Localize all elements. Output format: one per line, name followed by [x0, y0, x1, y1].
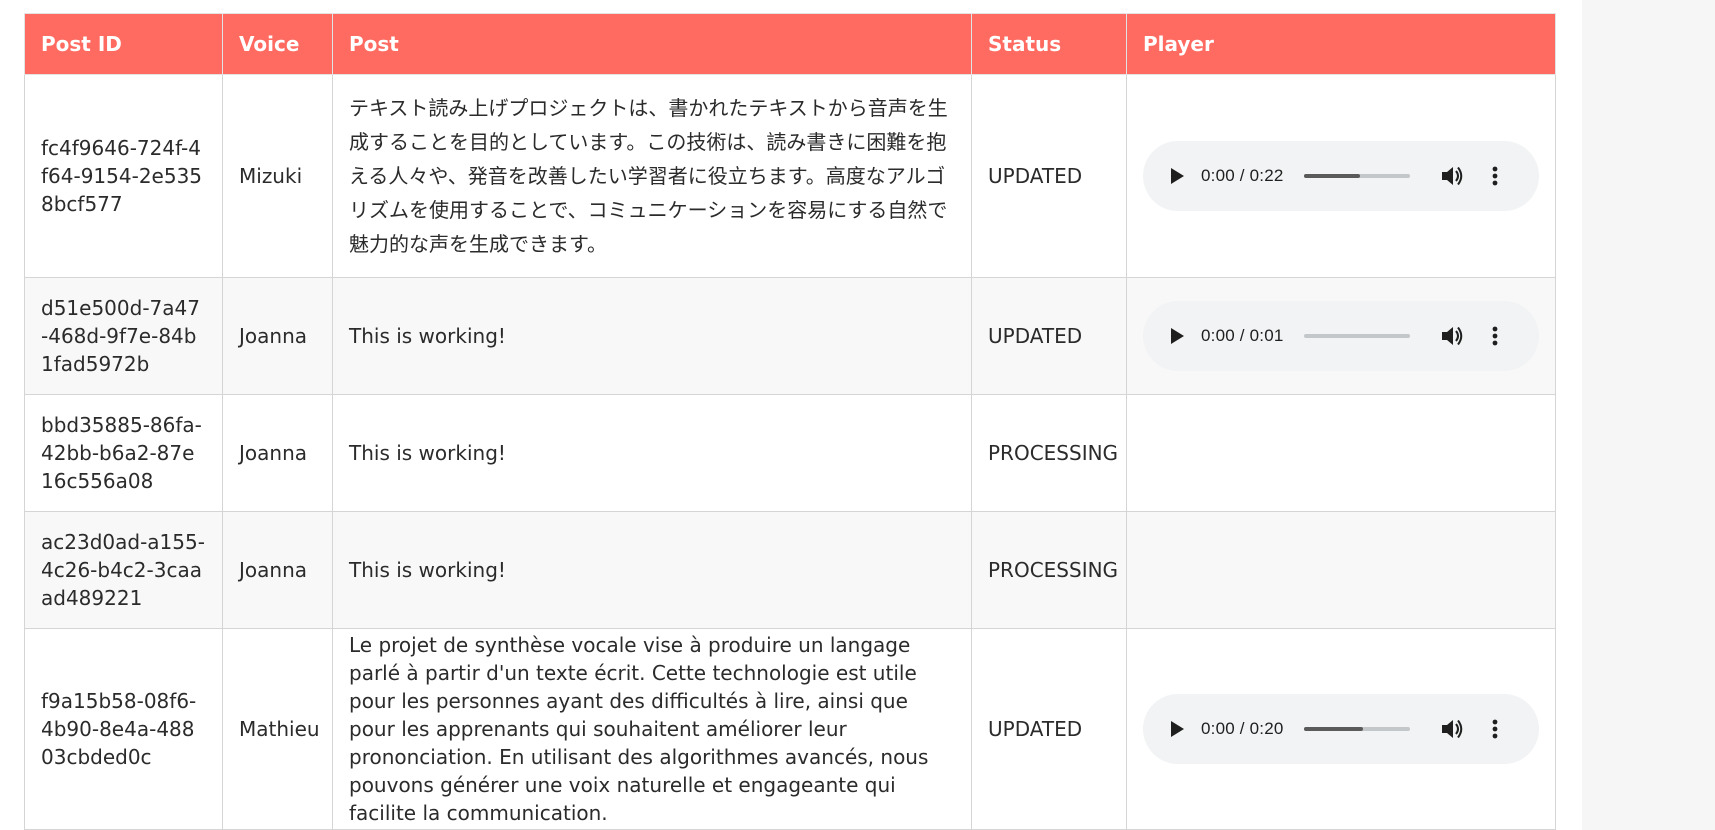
voice-name: Joanna	[239, 558, 307, 582]
post-id: bbd35885-86fa-42bb-b6a2-87e16c556a08	[41, 413, 202, 493]
audio-time: 0:00 / 0:22	[1201, 166, 1284, 185]
play-icon[interactable]	[1163, 322, 1191, 350]
audio-progress-slider[interactable]	[1303, 174, 1410, 178]
post-id: fc4f9646-724f-4f64-9154-2e5358bcf577	[41, 136, 203, 216]
audio-player: 0:00 / 0:01	[1143, 301, 1539, 371]
posts-table: Post ID Voice Post Status Player fc4f964…	[24, 13, 1556, 830]
status-text: UPDATED	[988, 717, 1083, 741]
volume-icon[interactable]	[1440, 716, 1466, 742]
table-row: bbd35885-86fa-42bb-b6a2-87e16c556a08 Joa…	[24, 394, 1556, 512]
post-id-cell: ac23d0ad-a155-4c26-b4c2-3caaad489221	[24, 511, 223, 629]
column-header-voice: Voice	[222, 13, 333, 75]
post-id: f9a15b58-08f6-4b90-8e4a-48803cbded0c	[41, 689, 197, 769]
post-text: This is working!	[349, 324, 506, 348]
audio-player: 0:00 / 0:20	[1143, 694, 1539, 764]
voice-cell: Mizuki	[222, 74, 333, 278]
post-id-cell: bbd35885-86fa-42bb-b6a2-87e16c556a08	[24, 394, 223, 512]
post-text: Le projet de synthèse vocale vise à prod…	[349, 633, 929, 825]
post-id-cell: d51e500d-7a47-468d-9f7e-84b1fad5972b	[24, 277, 223, 395]
table-row: f9a15b58-08f6-4b90-8e4a-48803cbded0c Mat…	[24, 628, 1556, 830]
play-icon[interactable]	[1163, 162, 1191, 190]
voice-cell: Mathieu	[222, 628, 333, 830]
audio-progress-slider[interactable]	[1303, 334, 1410, 338]
player-cell: 0:00 / 0:20	[1126, 628, 1556, 830]
more-options-icon[interactable]	[1484, 716, 1506, 742]
table-header-row: Post ID Voice Post Status Player	[24, 13, 1556, 75]
voice-cell: Joanna	[222, 511, 333, 629]
audio-progress-fill	[1303, 727, 1363, 731]
volume-icon[interactable]	[1440, 323, 1466, 349]
audio-time: 0:00 / 0:20	[1201, 719, 1284, 738]
audio-progress-fill	[1303, 174, 1360, 178]
voice-name: Mizuki	[239, 164, 303, 188]
audio-player: 0:00 / 0:22	[1143, 141, 1539, 211]
voice-name: Mathieu	[239, 717, 320, 741]
post-text: テキスト読み上げプロジェクトは、書かれたテキストから音声を生成することを目的とし…	[349, 96, 948, 256]
status-cell: PROCESSING	[971, 511, 1127, 629]
table-row: ac23d0ad-a155-4c26-b4c2-3caaad489221 Joa…	[24, 511, 1556, 629]
voice-name: Joanna	[239, 441, 307, 465]
post-cell: This is working!	[332, 511, 972, 629]
column-header-post-id: Post ID	[24, 13, 223, 75]
player-cell: 0:00 / 0:22	[1126, 74, 1556, 278]
status-text: UPDATED	[988, 164, 1083, 188]
post-cell: テキスト読み上げプロジェクトは、書かれたテキストから音声を生成することを目的とし…	[332, 74, 972, 278]
post-cell: Le projet de synthèse vocale vise à prod…	[332, 628, 972, 830]
post-id-cell: fc4f9646-724f-4f64-9154-2e5358bcf577	[24, 74, 223, 278]
voice-name: Joanna	[239, 324, 307, 348]
more-options-icon[interactable]	[1484, 323, 1506, 349]
column-header-post: Post	[332, 13, 972, 75]
audio-progress-slider[interactable]	[1303, 727, 1410, 731]
status-cell: UPDATED	[971, 277, 1127, 395]
post-text: This is working!	[349, 441, 506, 465]
status-cell: UPDATED	[971, 628, 1127, 830]
page: Post ID Voice Post Status Player fc4f964…	[0, 0, 1715, 830]
column-header-status: Status	[971, 13, 1127, 75]
volume-icon[interactable]	[1440, 163, 1466, 189]
status-text: PROCESSING	[988, 441, 1119, 465]
play-icon[interactable]	[1163, 715, 1191, 743]
status-text: UPDATED	[988, 324, 1083, 348]
column-header-player: Player	[1126, 13, 1556, 75]
post-cell: This is working!	[332, 277, 972, 395]
page-gutter	[1582, 0, 1715, 830]
post-cell: This is working!	[332, 394, 972, 512]
post-text: This is working!	[349, 558, 506, 582]
voice-cell: Joanna	[222, 277, 333, 395]
status-cell: UPDATED	[971, 74, 1127, 278]
status-text: PROCESSING	[988, 558, 1119, 582]
more-options-icon[interactable]	[1484, 163, 1506, 189]
post-id: ac23d0ad-a155-4c26-b4c2-3caaad489221	[41, 530, 205, 610]
player-cell	[1126, 394, 1556, 512]
status-cell: PROCESSING	[971, 394, 1127, 512]
table-row: d51e500d-7a47-468d-9f7e-84b1fad5972b Joa…	[24, 277, 1556, 395]
voice-cell: Joanna	[222, 394, 333, 512]
table-row: fc4f9646-724f-4f64-9154-2e5358bcf577 Miz…	[24, 74, 1556, 278]
player-cell: 0:00 / 0:01	[1126, 277, 1556, 395]
post-id: d51e500d-7a47-468d-9f7e-84b1fad5972b	[41, 296, 200, 376]
player-cell	[1126, 511, 1556, 629]
audio-time: 0:00 / 0:01	[1201, 326, 1284, 345]
post-id-cell: f9a15b58-08f6-4b90-8e4a-48803cbded0c	[24, 628, 223, 830]
